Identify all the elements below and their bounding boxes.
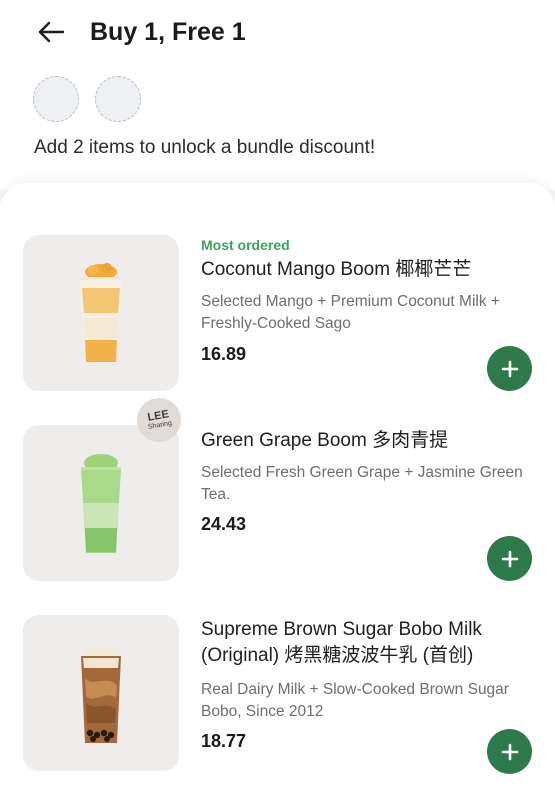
list-item[interactable]: Green Grape Boom 多肉青提 Selected Fresh Gre…: [0, 425, 555, 595]
product-price: 16.89: [201, 344, 247, 364]
bundle-slot-empty: [95, 76, 141, 122]
back-button[interactable]: [34, 18, 68, 46]
bundle-hint: Add 2 items to unlock a bundle discount!: [34, 137, 376, 158]
product-image-green-grape: [23, 425, 179, 581]
product-image-brown-sugar-bobo: [23, 615, 179, 771]
product-description: Real Dairy Milk + Slow-Cooked Brown Suga…: [201, 681, 509, 720]
plus-icon: [501, 550, 518, 567]
arrow-left-icon: [38, 21, 65, 43]
page-title: Buy 1, Free 1: [90, 18, 246, 46]
most-ordered-badge: Most ordered: [201, 237, 290, 253]
add-to-cart-button[interactable]: [487, 729, 532, 774]
bundle-slots: [33, 76, 141, 122]
add-to-cart-button[interactable]: [487, 346, 532, 391]
list-item[interactable]: Most ordered Coconut Mango Boom 椰椰芒芒 Sel…: [0, 235, 555, 405]
product-list-card: Most ordered Coconut Mango Boom 椰椰芒芒 Sel…: [0, 183, 555, 800]
bundle-slot-empty: [33, 76, 79, 122]
product-name: Green Grape Boom 多肉青提: [201, 430, 449, 451]
add-to-cart-button[interactable]: [487, 536, 532, 581]
product-image-coconut-mango: [23, 235, 179, 391]
header: Buy 1, Free 1 Add 2 items to unlock a bu…: [0, 0, 555, 190]
drink-cup-image: [80, 263, 122, 363]
plus-icon: [501, 743, 518, 760]
product-description: Selected Mango + Premium Coconut Milk + …: [201, 293, 500, 332]
plus-icon: [501, 360, 518, 377]
drink-cup-image: [81, 648, 121, 743]
product-name: Coconut Mango Boom 椰椰芒芒: [201, 259, 472, 280]
drink-cup-image: [81, 454, 121, 553]
product-name: Supreme Brown Sugar Bobo Milk (Original)…: [201, 619, 482, 666]
page: Buy 1, Free 1 Add 2 items to unlock a bu…: [0, 0, 555, 800]
product-price: 24.43: [201, 514, 247, 534]
list-item[interactable]: Supreme Brown Sugar Bobo Milk (Original)…: [0, 615, 555, 785]
product-price: 18.77: [201, 731, 247, 751]
product-description: Selected Fresh Green Grape + Jasmine Gre…: [201, 464, 523, 503]
